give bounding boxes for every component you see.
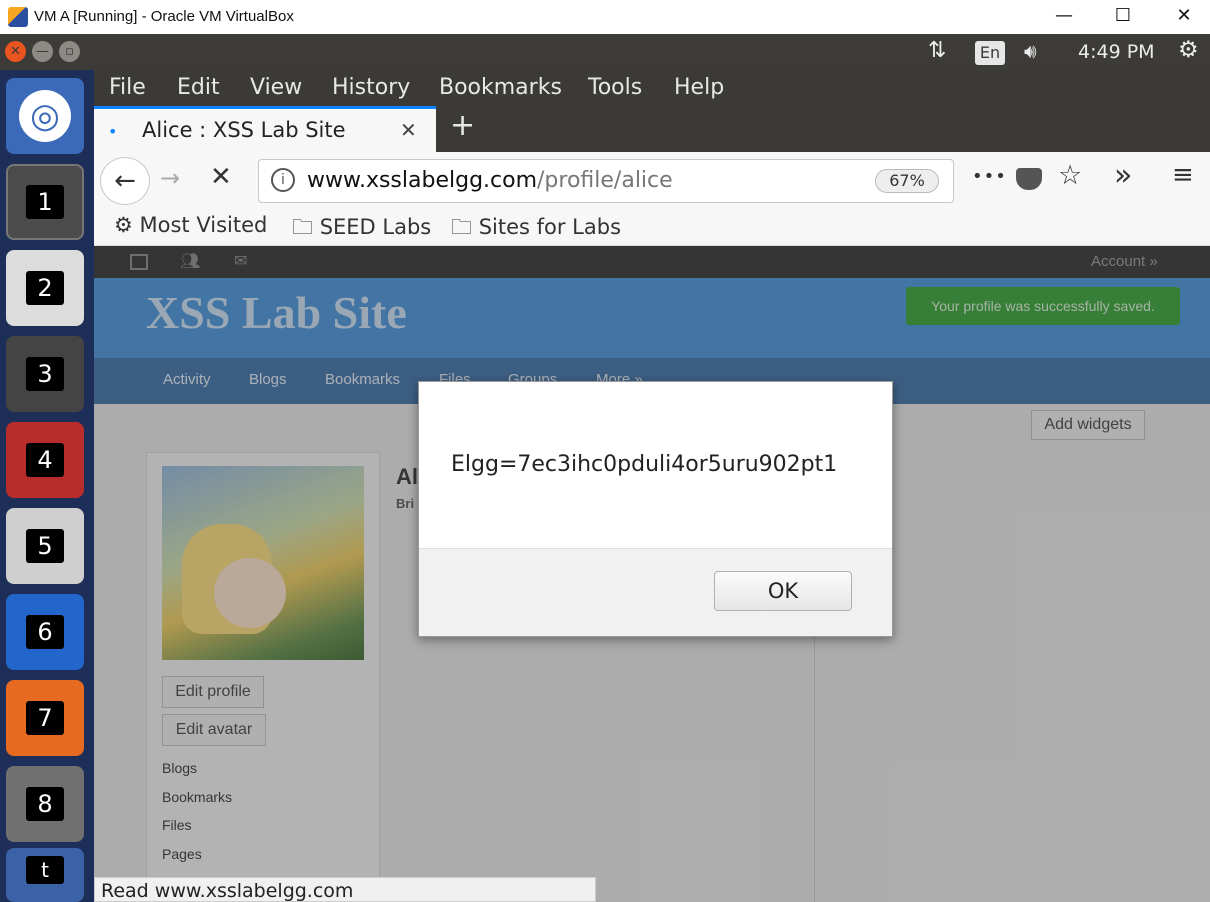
alert-dialog: Elgg=7ec3ihc0pduli4or5uru902pt1 OK (418, 381, 893, 637)
minimize-app-icon[interactable]: — (32, 41, 53, 62)
alert-footer: OK (419, 548, 892, 636)
ok-button[interactable]: OK (714, 571, 852, 611)
bookmark-folder-seed-labs[interactable]: 🗀 SEED Labs (292, 213, 431, 248)
new-tab-button[interactable]: + (450, 108, 475, 143)
close-window-button[interactable]: ✕ (1164, 4, 1204, 30)
site-info-icon[interactable]: i (271, 168, 295, 192)
tab-alice-profile[interactable]: • Alice : XSS Lab Site ✕ (94, 106, 436, 152)
menu-view[interactable]: View (250, 75, 302, 100)
forward-icon[interactable]: → (160, 164, 180, 192)
url-domain: www.xsslabelgg.com (307, 168, 538, 193)
url-bar[interactable]: i www.xsslabelgg.com/profile/alice 67% (258, 159, 954, 203)
launcher-item-3[interactable]: 3 (6, 336, 84, 412)
menu-history[interactable]: History (332, 75, 410, 100)
power-icon[interactable]: ⚙ (1178, 37, 1199, 63)
launcher-item-4[interactable]: 4 (6, 422, 84, 498)
navigation-toolbar: ← → ✕ i www.xsslabelgg.com/profile/alice… (94, 152, 1210, 210)
minimize-button[interactable]: — (1044, 4, 1084, 30)
maximize-app-icon[interactable]: ▫ (59, 41, 80, 62)
menu-bookmarks[interactable]: Bookmarks (439, 75, 562, 100)
status-bar: Read www.xsslabelgg.com (94, 877, 596, 902)
tab-title: Alice : XSS Lab Site (142, 118, 346, 142)
pocket-icon[interactable] (1016, 168, 1042, 190)
menu-tools[interactable]: Tools (588, 75, 642, 100)
ubuntu-logo-icon: ◎ (19, 90, 71, 142)
network-icon[interactable]: ⇅ (928, 38, 946, 63)
virtualbox-logo-icon (8, 7, 28, 27)
keyboard-layout-indicator[interactable]: En (975, 41, 1005, 65)
hamburger-menu-icon[interactable]: ≡ (1172, 160, 1194, 190)
menu-help[interactable]: Help (674, 75, 724, 100)
tab-close-icon[interactable]: ✕ (400, 118, 417, 142)
status-text: Read www.xsslabelgg.com (101, 880, 354, 902)
alert-message: Elgg=7ec3ihc0pduli4or5uru902pt1 (451, 452, 838, 477)
page-actions-icon[interactable]: ••• (972, 166, 1007, 187)
vm-window-titlebar: VM A [Running] - Oracle VM VirtualBox — … (0, 0, 1210, 34)
launcher-item-1[interactable]: 1 (6, 164, 84, 240)
launcher-item-7-firefox[interactable]: 7 (6, 680, 84, 756)
launcher-item-6[interactable]: 6 (6, 594, 84, 670)
ubuntu-launcher: ◎ 1 2 3 4 5 6 7 8 t (0, 70, 94, 902)
gear-icon: ⚙ (114, 213, 140, 237)
tab-strip: • Alice : XSS Lab Site ✕ + (94, 106, 1210, 152)
volume-icon[interactable]: 🔊︎ (1024, 39, 1037, 63)
menu-file[interactable]: File (109, 75, 146, 100)
launcher-item-t[interactable]: t (6, 848, 84, 902)
firefox-menubar: File Edit View History Bookmarks Tools H… (94, 70, 1210, 106)
ubuntu-top-panel: ✕ — ▫ ⇅ En 🔊︎ 4:49 PM ⚙ (0, 34, 1210, 70)
zoom-indicator[interactable]: 67% (875, 169, 939, 193)
back-icon[interactable]: ← (100, 157, 150, 205)
url-path: /profile/alice (537, 168, 673, 193)
window-title: VM A [Running] - Oracle VM VirtualBox (34, 8, 294, 25)
bookmark-star-icon[interactable]: ☆ (1058, 160, 1082, 191)
folder-icon: 🗀 (451, 215, 479, 239)
launcher-item-5[interactable]: 5 (6, 508, 84, 584)
close-app-icon[interactable]: ✕ (5, 41, 26, 62)
launcher-item-2[interactable]: 2 (6, 250, 84, 326)
bookmark-most-visited[interactable]: ⚙ Most Visited (114, 213, 267, 237)
stop-loading-icon[interactable]: ✕ (210, 162, 232, 192)
tab-loading-indicator: • (108, 122, 118, 141)
alert-body: Elgg=7ec3ihc0pduli4or5uru902pt1 (419, 382, 892, 548)
launcher-item-8[interactable]: 8 (6, 766, 84, 842)
clock[interactable]: 4:49 PM (1078, 41, 1155, 63)
overflow-menu-icon[interactable]: » (1114, 158, 1132, 193)
maximize-button[interactable]: ☐ (1103, 4, 1143, 30)
bookmarks-toolbar: ⚙ Most Visited 🗀 SEED Labs 🗀 Sites for L… (94, 210, 1210, 246)
menu-edit[interactable]: Edit (177, 75, 220, 100)
bookmark-folder-sites-for-labs[interactable]: 🗀 Sites for Labs (451, 213, 621, 248)
launcher-dash[interactable]: ◎ (6, 78, 84, 154)
folder-icon: 🗀 (292, 215, 320, 239)
